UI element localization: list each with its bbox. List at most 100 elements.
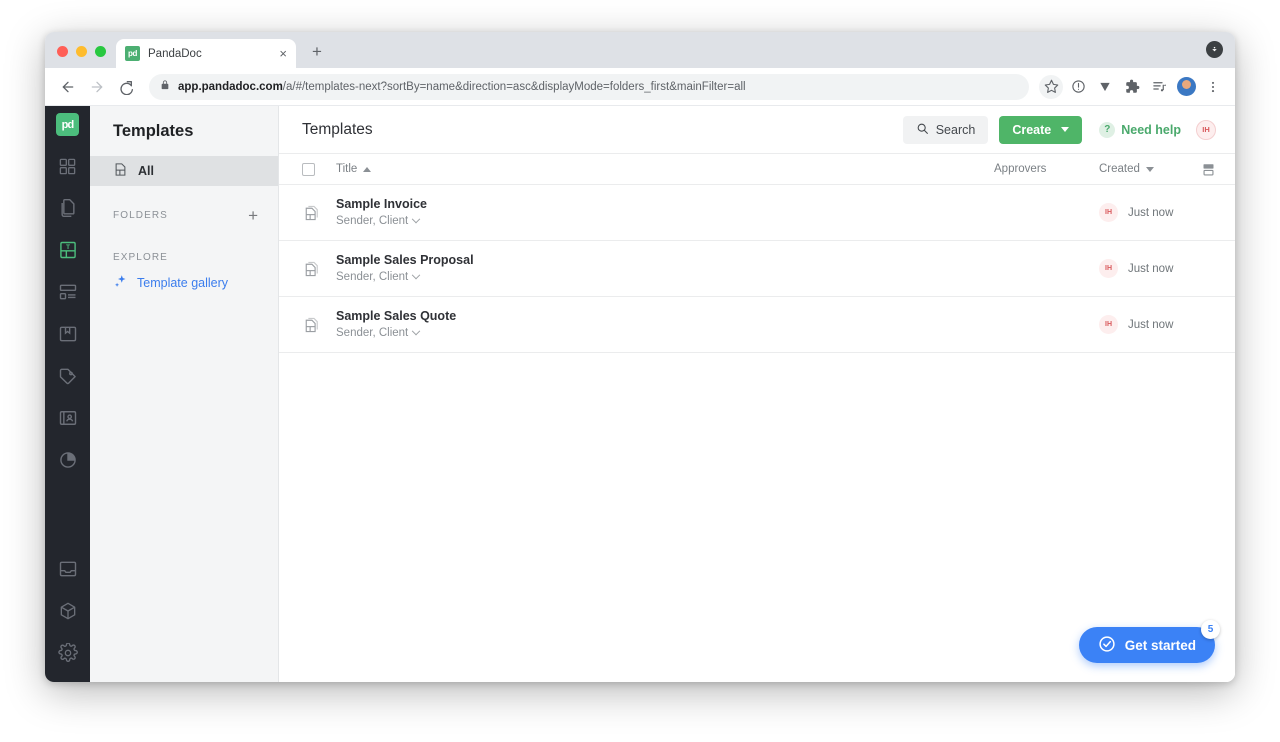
row-title[interactable]: Sample Invoice — [336, 195, 994, 213]
question-mark-icon: ? — [1099, 121, 1116, 138]
explore-section-label: Explore — [113, 251, 168, 263]
tab-title: PandaDoc — [148, 47, 202, 60]
browser-tab[interactable]: pd PandaDoc × — [116, 39, 296, 68]
add-folder-icon[interactable]: + — [248, 207, 258, 224]
row-roles[interactable]: Sender, Client — [336, 325, 994, 342]
reading-list-icon[interactable] — [1147, 75, 1171, 99]
rail-item-contacts[interactable] — [51, 401, 85, 435]
row-creator-avatar: IH — [1099, 259, 1118, 278]
table-header-row: Title Approvers Created — [279, 153, 1235, 185]
select-all-checkbox[interactable] — [302, 162, 315, 176]
address-bar[interactable]: app.pandadoc.com/a/#/templates-next?sort… — [149, 73, 1029, 100]
need-help-label: Need help — [1121, 122, 1181, 137]
sidebar-item-all-label: All — [138, 164, 154, 178]
address-bar-url: app.pandadoc.com/a/#/templates-next?sort… — [178, 81, 746, 93]
rail-item-inbox[interactable] — [51, 552, 85, 586]
get-started-badge: 5 — [1201, 620, 1220, 639]
rail-item-integrations[interactable] — [51, 594, 85, 628]
svg-text:T: T — [65, 244, 69, 251]
row-created: IH Just now — [1099, 259, 1216, 278]
row-roles[interactable]: Sender, Client — [336, 269, 994, 286]
new-tab-icon[interactable]: + — [306, 40, 328, 62]
lock-icon — [160, 79, 170, 94]
sparkle-icon — [113, 274, 128, 292]
get-started-button[interactable]: Get started 5 — [1078, 620, 1220, 663]
view-layout-toggle[interactable] — [1194, 162, 1216, 177]
column-header-title[interactable]: Title — [336, 163, 994, 175]
create-button[interactable]: Create — [999, 115, 1083, 144]
user-avatar[interactable]: IH — [1196, 119, 1216, 140]
sort-ascending-icon — [363, 166, 372, 172]
sidebar-item-template-gallery[interactable]: Template gallery — [90, 270, 278, 296]
extensions-puzzle-icon[interactable] — [1120, 75, 1144, 99]
rail-item-content-library[interactable] — [51, 317, 85, 351]
back-icon[interactable] — [55, 74, 81, 100]
row-title[interactable]: Sample Sales Quote — [336, 307, 994, 325]
templates-sidebar: Templates All Folders + Explore — [90, 106, 279, 682]
window-traffic-lights — [55, 46, 116, 68]
desktop-background: pd PandaDoc × + app.pandadoc.com/a/#/tem… — [0, 0, 1280, 742]
table-row[interactable]: Sample Sales Proposal Sender, Client IH … — [279, 241, 1235, 297]
browser-window: pd PandaDoc × + app.pandadoc.com/a/#/tem… — [45, 32, 1235, 682]
rail-item-catalog[interactable] — [51, 359, 85, 393]
table-row[interactable]: Sample Invoice Sender, Client IH Just no… — [279, 185, 1235, 241]
chevron-down-icon — [412, 326, 421, 335]
column-header-approvers[interactable]: Approvers — [994, 163, 1099, 175]
search-icon — [916, 122, 929, 138]
template-gallery-label: Template gallery — [137, 276, 229, 290]
close-window-button[interactable] — [57, 46, 68, 57]
chevron-down-icon — [412, 270, 421, 279]
column-header-title-label: Title — [336, 163, 358, 175]
rail-item-dashboard[interactable] — [51, 149, 85, 183]
info-circle-icon[interactable] — [1066, 75, 1090, 99]
search-button[interactable]: Search — [902, 115, 989, 144]
get-started-label: Get started — [1124, 637, 1196, 653]
row-roles-label: Sender, Client — [336, 326, 409, 339]
row-title[interactable]: Sample Sales Proposal — [336, 251, 994, 269]
template-icon — [113, 162, 128, 180]
star-icon[interactable] — [1039, 74, 1063, 99]
row-created-time: Just now — [1128, 206, 1174, 219]
row-created-time: Just now — [1128, 262, 1174, 275]
template-file-icon — [302, 203, 324, 222]
sort-descending-icon — [1145, 166, 1154, 172]
row-created: IH Just now — [1099, 203, 1216, 222]
profile-avatar[interactable] — [1174, 75, 1198, 99]
reload-icon[interactable] — [113, 74, 139, 100]
page-title: Templates — [302, 120, 373, 138]
row-creator-avatar: IH — [1099, 203, 1118, 222]
rail-item-documents[interactable] — [51, 191, 85, 225]
sidebar-item-all[interactable]: All — [90, 156, 278, 186]
rail-item-settings[interactable] — [51, 636, 85, 670]
chevron-down-icon — [412, 214, 421, 223]
pandadoc-favicon: pd — [125, 46, 140, 61]
row-roles-label: Sender, Client — [336, 270, 409, 283]
rail-item-templates[interactable]: T — [51, 233, 85, 267]
need-help-button[interactable]: ? Need help — [1099, 121, 1181, 138]
row-roles[interactable]: Sender, Client — [336, 213, 994, 230]
folders-section-label: Folders — [113, 209, 168, 221]
templates-table-body: Sample Invoice Sender, Client IH Just no… — [279, 185, 1235, 353]
rail-item-reports[interactable] — [51, 443, 85, 477]
browser-update-icon[interactable] — [1206, 41, 1223, 58]
sidebar-title: Templates — [113, 122, 194, 140]
row-creator-avatar: IH — [1099, 315, 1118, 334]
url-domain: app.pandadoc.com — [178, 80, 283, 93]
main-header: Templates Search Create ? Need help IH — [279, 106, 1235, 153]
check-circle-icon — [1098, 635, 1116, 656]
column-header-created[interactable]: Created — [1099, 163, 1194, 175]
triangle-down-icon[interactable] — [1093, 75, 1117, 99]
close-tab-icon[interactable]: × — [279, 47, 287, 60]
chrome-menu-icon[interactable] — [1201, 75, 1225, 99]
maximize-window-button[interactable] — [95, 46, 106, 57]
row-created: IH Just now — [1099, 315, 1216, 334]
primary-nav-rail: pd T — [45, 106, 90, 682]
table-row[interactable]: Sample Sales Quote Sender, Client IH Jus… — [279, 297, 1235, 353]
rail-item-forms[interactable] — [51, 275, 85, 309]
row-text: Sample Invoice Sender, Client — [336, 195, 994, 230]
pandadoc-logo[interactable]: pd — [56, 113, 79, 136]
forward-icon[interactable] — [84, 74, 110, 100]
minimize-window-button[interactable] — [76, 46, 87, 57]
row-text: Sample Sales Proposal Sender, Client — [336, 251, 994, 286]
column-header-created-label: Created — [1099, 163, 1140, 175]
